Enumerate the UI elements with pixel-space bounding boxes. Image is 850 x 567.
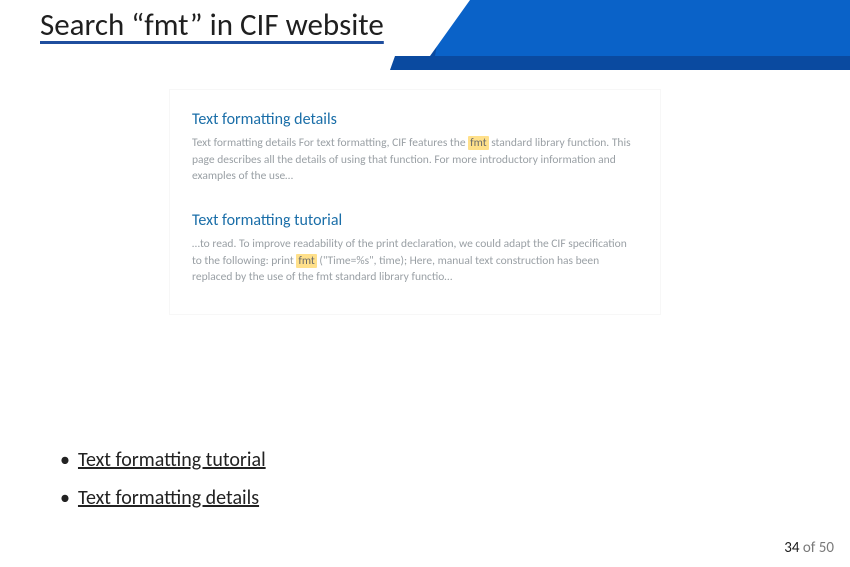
highlight-term: fmt <box>468 136 488 150</box>
slide-titlebar: Search “fmt” in CIF website <box>0 0 850 70</box>
search-results-panel: Text formatting details Text formatting … <box>170 90 660 314</box>
bullet-link[interactable]: Text formatting details <box>78 486 259 510</box>
slide-title: Search “fmt” in CIF website <box>40 6 384 44</box>
result-title[interactable]: Text formatting tutorial <box>192 211 638 230</box>
result-snippet: Text formatting details For text formatt… <box>192 135 638 185</box>
search-result: Text formatting tutorial …to read. To im… <box>192 211 638 286</box>
result-snippet: …to read. To improve readability of the … <box>192 236 638 286</box>
bullet-dot-icon: • <box>60 488 70 508</box>
bullet-link[interactable]: Text formatting tutorial <box>78 448 266 472</box>
bullet-list: • Text formatting tutorial • Text format… <box>60 448 266 524</box>
list-item: • Text formatting tutorial <box>60 448 266 472</box>
highlight-term: fmt <box>296 254 316 268</box>
page-number: 34 of 50 <box>784 539 834 557</box>
search-result: Text formatting details Text formatting … <box>192 110 638 185</box>
list-item: • Text formatting details <box>60 486 266 510</box>
bullet-dot-icon: • <box>60 450 70 470</box>
result-title[interactable]: Text formatting details <box>192 110 638 129</box>
